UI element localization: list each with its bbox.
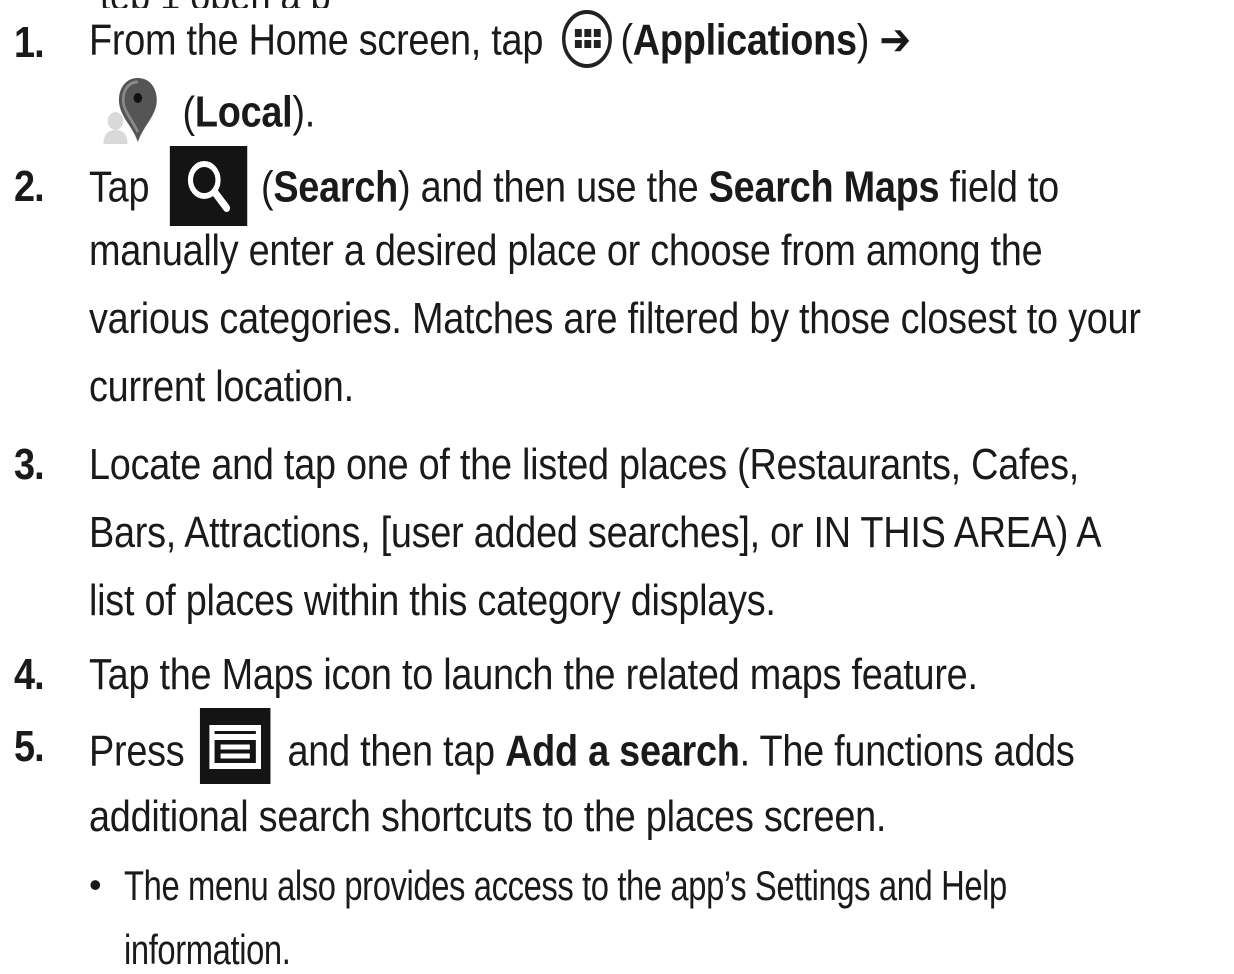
step-3-line-1: Locate and tap one of the listed places … (89, 440, 1080, 489)
step-1-line-1: From the Home screen, tap (Applications)… (89, 10, 911, 72)
step-2-line-3: various categories. Matches are filtered… (89, 294, 1141, 343)
step-number: 5. (14, 722, 45, 771)
step-2-line-1: Tap (Search) and then use the Search Map… (89, 146, 1060, 230)
menu-key-icon (199, 708, 271, 784)
step-number: 3. (14, 440, 45, 489)
map-pin-person-icon (100, 74, 160, 144)
step-5-post: . The functions adds (739, 726, 1075, 776)
cutoff-text: tep 1 open a p (100, 0, 444, 8)
step-4-line-1: Tap the Maps icon to launch the related … (89, 650, 978, 699)
arrow-icon: ➔ (879, 15, 911, 65)
bullet-line-1: The menu also provides access to the app… (124, 862, 1007, 909)
step-5-mid: and then tap (277, 726, 506, 776)
step-number: 1. (14, 18, 45, 67)
step-number: 2. (14, 162, 45, 211)
add-search-label: Add a search (505, 726, 740, 776)
cutoff-previous-line: tep 1 open a p (100, 0, 520, 8)
step-number: 4. (14, 650, 45, 699)
step-2-mid: and then use the (410, 162, 709, 212)
step-2-post: field to (939, 162, 1060, 212)
search-maps-label: Search Maps (708, 162, 940, 212)
applications-label: Applications (632, 15, 857, 65)
step-1-line-2: (Local). (100, 78, 316, 150)
magnifier-icon (169, 146, 248, 226)
step-5-line-1: Press and then tap Add a search. The fun… (89, 708, 1075, 792)
step-2-text: Tap (89, 162, 160, 212)
apps-grid-icon (561, 10, 612, 68)
step-5-text: Press (89, 726, 195, 776)
bullet-dot: • (89, 864, 102, 905)
step-3-line-2: Bars, Attractions, [user added searches]… (89, 508, 1102, 557)
manual-page: tep 1 open a p 1. From the Home screen, … (0, 0, 1234, 973)
period: . (304, 87, 316, 137)
step-5-line-2: additional search shortcuts to the place… (89, 792, 887, 841)
bullet-line-2: information. (124, 926, 291, 973)
step-3-line-3: list of places within this category disp… (89, 576, 776, 625)
step-2-line-4: current location. (89, 362, 354, 411)
local-label: Local (194, 87, 293, 137)
search-label: Search (273, 162, 398, 212)
step-2-line-2: manually enter a desired place or choose… (89, 226, 1043, 275)
step-1-text: From the Home screen, tap (89, 15, 554, 65)
